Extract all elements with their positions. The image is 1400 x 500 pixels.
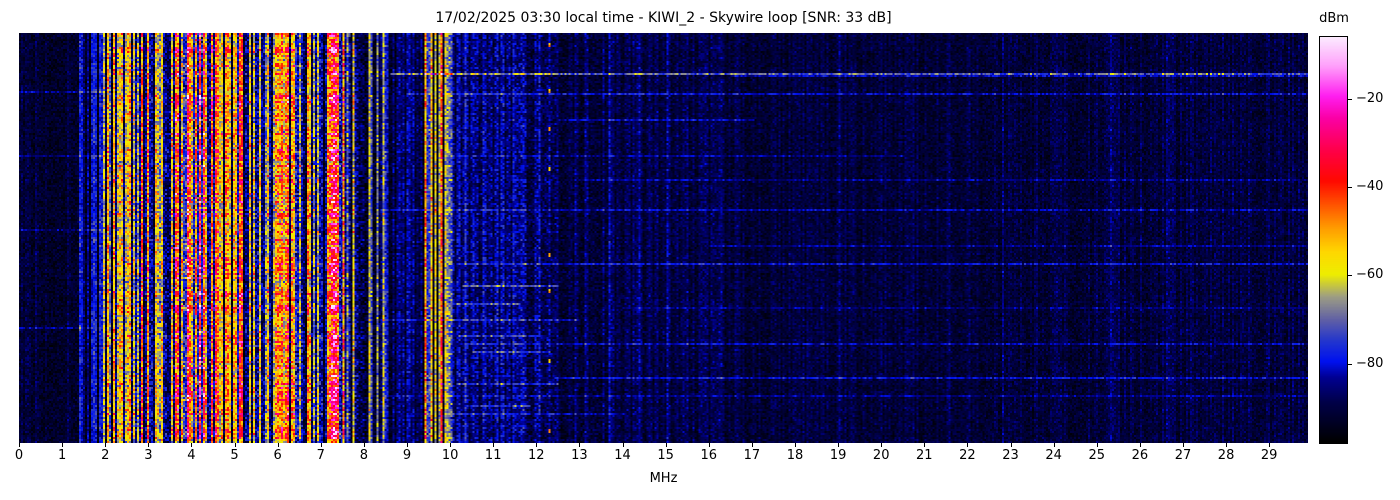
x-tick [622, 443, 624, 447]
x-tick-label: 8 [359, 448, 369, 463]
colorbar-tick [1348, 275, 1352, 277]
x-tick-label: 3 [144, 448, 153, 463]
x-tick [19, 443, 20, 447]
x-tick [234, 443, 236, 447]
colorbar-tick [1348, 98, 1352, 100]
colorbar-tick-label: −80 [1356, 355, 1384, 371]
x-tick-label: 16 [700, 448, 718, 463]
colorbar [1319, 36, 1348, 444]
x-tick-label: 7 [316, 448, 325, 463]
x-tick-label: 21 [916, 448, 933, 463]
x-tick [406, 443, 408, 447]
x-tick [1182, 443, 1184, 447]
colorbar-gradient [1320, 37, 1347, 443]
x-tick-label: 29 [1260, 448, 1278, 463]
x-axis-label: MHz [649, 471, 678, 486]
x-tick [277, 443, 279, 447]
x-tick [536, 443, 538, 447]
x-tick-label: 0 [14, 448, 24, 463]
x-tick-label: 27 [1174, 448, 1192, 463]
x-tick [1053, 443, 1055, 447]
colorbar-tick [1348, 187, 1352, 189]
x-tick-label: 1 [57, 448, 67, 463]
x-tick [191, 443, 193, 447]
x-tick-label: 10 [441, 448, 459, 463]
x-tick [105, 443, 107, 447]
x-tick [751, 443, 753, 447]
x-tick-label: 23 [1002, 448, 1019, 463]
x-tick [838, 443, 840, 447]
x-tick-label: 5 [230, 448, 239, 463]
x-tick-label: 15 [657, 448, 674, 463]
x-tick [363, 443, 365, 447]
x-tick-label: 14 [614, 448, 631, 463]
x-tick [881, 443, 883, 447]
x-tick [1096, 443, 1098, 447]
x-tick [1226, 443, 1228, 447]
x-tick-label: 2 [101, 448, 110, 463]
x-tick [450, 443, 452, 447]
x-tick-label: 22 [959, 448, 976, 463]
chart-title: 17/02/2025 03:30 local time - KIWI_2 - S… [435, 10, 892, 26]
spectrogram-heatmap [19, 33, 1308, 443]
x-tick-label: 26 [1131, 448, 1149, 463]
x-tick [708, 443, 710, 447]
x-tick-label: 4 [187, 448, 196, 463]
colorbar-title: dBm [1319, 11, 1349, 26]
x-tick-label: 18 [786, 448, 804, 463]
x-tick [924, 443, 926, 447]
colorbar-tick-label: −20 [1356, 90, 1384, 106]
x-tick-label: 24 [1045, 448, 1062, 463]
x-tick [967, 443, 969, 447]
x-tick [493, 443, 495, 447]
x-tick-label: 11 [484, 448, 502, 463]
x-tick [1269, 443, 1271, 447]
colorbar-tick-label: −40 [1356, 179, 1384, 195]
x-tick-label: 19 [829, 448, 847, 463]
colorbar-tick-label: −60 [1356, 267, 1384, 283]
x-tick-label: 9 [402, 448, 412, 463]
x-tick-label: 17 [743, 448, 761, 463]
x-tick [62, 443, 64, 447]
x-tick-label: 13 [571, 448, 588, 463]
x-tick [320, 443, 322, 447]
x-tick [579, 443, 581, 447]
x-tick-label: 28 [1217, 448, 1235, 463]
x-tick [1010, 443, 1012, 447]
x-tick-label: 6 [273, 448, 282, 463]
x-tick-label: 20 [872, 448, 890, 463]
x-tick [665, 443, 667, 447]
x-tick-label: 25 [1088, 448, 1106, 463]
x-tick-label: 12 [528, 448, 545, 463]
waterfall-figure: 17/02/2025 03:30 local time - KIWI_2 - S… [0, 0, 1400, 500]
x-tick [794, 443, 796, 447]
x-tick [148, 443, 150, 447]
colorbar-tick [1348, 363, 1352, 365]
x-tick [1139, 443, 1141, 447]
